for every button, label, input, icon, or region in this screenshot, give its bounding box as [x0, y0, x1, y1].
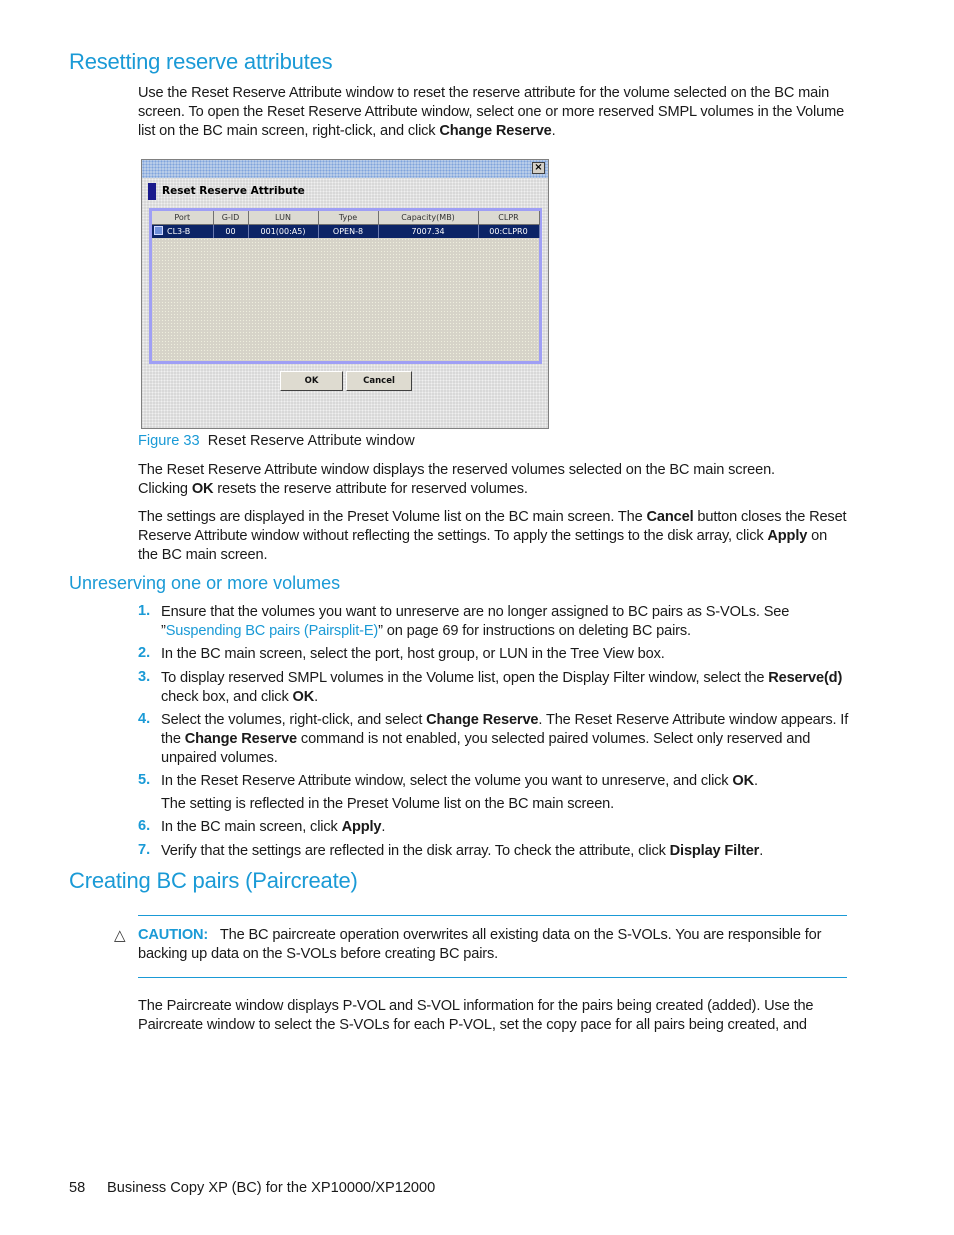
intro-end: . — [551, 123, 556, 139]
step-5-end: . — [753, 773, 758, 789]
cancel-button[interactable]: Cancel — [346, 371, 412, 391]
ok-term: OK — [732, 773, 754, 789]
suspending-bc-pairs-link[interactable]: Suspending BC pairs (Pairsplit-E) — [166, 623, 379, 639]
ok-term: OK — [191, 481, 214, 497]
paircreate-paragraph: The Paircreate window displays P-VOL and… — [138, 998, 814, 1033]
section-heading-creating-bc-pairs: Creating BC pairs (Paircreate) — [69, 868, 358, 893]
step-3-end: . — [314, 689, 319, 705]
apply-term: Apply — [767, 528, 808, 544]
step-number: 6. — [138, 818, 151, 834]
apply-term: Apply — [341, 819, 382, 835]
port-value: CL3-B — [167, 226, 191, 236]
step-number: 1. — [138, 603, 151, 619]
column-header-type[interactable]: Type — [318, 211, 379, 225]
para2-pre: Clicking — [138, 481, 192, 497]
step-2: In the BC main screen, select the port, … — [161, 646, 665, 662]
step-7: Verify that the settings are reflected i… — [161, 842, 851, 861]
warning-triangle-icon: △ — [114, 926, 126, 944]
table-header-row: Port G-ID LUN Type Capacity(MB) CLPR — [152, 211, 540, 225]
reserved-checkbox-term: Reserve(d) — [768, 670, 843, 686]
step-5-text: In the Reset Reserve Attribute window, s… — [161, 773, 733, 789]
step-7-text: Verify that the settings are reflected i… — [161, 843, 670, 859]
reset-reserve-attribute-dialog: × Reset Reserve Attribute Port G-ID LUN … — [141, 159, 549, 429]
step-5: In the Reset Reserve Attribute window, s… — [161, 772, 851, 791]
caution-top-rule — [138, 915, 847, 916]
para3-pre: The settings are displayed in the Preset… — [138, 509, 647, 525]
table-row[interactable]: CL3-B 00 001(00:A5) OPEN-8 7007.34 00:CL… — [152, 224, 540, 238]
page-number: 58 — [69, 1180, 86, 1196]
step-6: In the BC main screen, click Apply. — [161, 818, 851, 837]
step-7-end: . — [759, 843, 764, 859]
column-header-clpr[interactable]: CLPR — [478, 211, 540, 225]
cell-port: CL3-B — [152, 224, 214, 238]
ok-term: OK — [292, 689, 315, 705]
cancel-term: Cancel — [646, 509, 694, 525]
caution-note: CAUTION: The BC paircreate operation ove… — [138, 926, 850, 964]
change-reserve-term: Change Reserve — [439, 123, 552, 139]
close-icon[interactable]: × — [532, 162, 545, 174]
cell-capacity: 7007.34 — [378, 224, 479, 238]
section-heading-resetting-reserve-attributes: Resetting reserve attributes — [69, 49, 333, 74]
step-5-note: The setting is reflected in the Preset V… — [161, 796, 615, 812]
step-1-end: ” on page 69 for instructions on deletin… — [378, 623, 691, 639]
step-number: 4. — [138, 711, 151, 727]
step-number: 2. — [138, 645, 151, 661]
cell-gid: 00 — [213, 224, 249, 238]
step-number: 5. — [138, 772, 151, 788]
dialog-title-bar — [142, 160, 548, 178]
step-4-text: Select the volumes, right-click, and sel… — [161, 712, 427, 728]
caution-bottom-rule — [138, 977, 847, 978]
heading-marker — [148, 183, 156, 200]
step-number: 7. — [138, 842, 151, 858]
para2-post: resets the reserve attribute for reserve… — [213, 481, 528, 497]
intro-paragraph: Use the Reset Reserve Attribute window t… — [138, 84, 850, 141]
display-filter-term: Display Filter — [669, 843, 760, 859]
step-1: Ensure that the volumes you want to unre… — [161, 603, 851, 641]
step-3-mid: check box, and click — [161, 689, 293, 705]
volume-table: Port G-ID LUN Type Capacity(MB) CLPR CL3… — [152, 211, 540, 238]
change-reserve-term: Change Reserve — [426, 712, 539, 728]
column-header-port[interactable]: Port — [152, 211, 214, 225]
step-4: Select the volumes, right-click, and sel… — [161, 711, 851, 768]
cell-type: OPEN-8 — [318, 224, 379, 238]
step-6-text: In the BC main screen, click — [161, 819, 342, 835]
ok-button[interactable]: OK — [280, 371, 343, 391]
figure-caption: Figure 33 Reset Reserve Attribute window — [138, 433, 415, 449]
column-header-lun[interactable]: LUN — [248, 211, 319, 225]
column-header-capacity[interactable]: Capacity(MB) — [378, 211, 479, 225]
section-heading-unreserving-volumes: Unreserving one or more volumes — [69, 573, 341, 593]
paragraph-window-description: The Reset Reserve Attribute window displ… — [138, 461, 850, 499]
volume-icon — [154, 225, 163, 235]
cell-clpr: 00:CLPR0 — [478, 224, 540, 238]
cell-lun: 001(00:A5) — [248, 224, 319, 238]
change-reserve-term: Change Reserve — [184, 731, 298, 747]
column-header-gid[interactable]: G-ID — [213, 211, 249, 225]
step-3-text: To display reserved SMPL volumes in the … — [161, 670, 769, 686]
caution-label: CAUTION: — [138, 927, 209, 943]
paragraph-settings: The settings are displayed in the Preset… — [138, 508, 850, 565]
caution-text: The BC paircreate operation overwrites a… — [138, 927, 822, 962]
step-3: To display reserved SMPL volumes in the … — [161, 669, 851, 707]
figure-label: Figure 33 — [138, 433, 200, 449]
step-number: 3. — [138, 669, 151, 685]
para2-line1: The Reset Reserve Attribute window displ… — [138, 462, 775, 478]
step-6-end: . — [381, 819, 386, 835]
volume-list[interactable]: Port G-ID LUN Type Capacity(MB) CLPR CL3… — [149, 208, 542, 364]
footer-title: Business Copy XP (BC) for the XP10000/XP… — [107, 1180, 436, 1196]
dialog-heading: Reset Reserve Attribute — [162, 185, 305, 197]
figure-caption-text: Reset Reserve Attribute window — [207, 433, 415, 449]
